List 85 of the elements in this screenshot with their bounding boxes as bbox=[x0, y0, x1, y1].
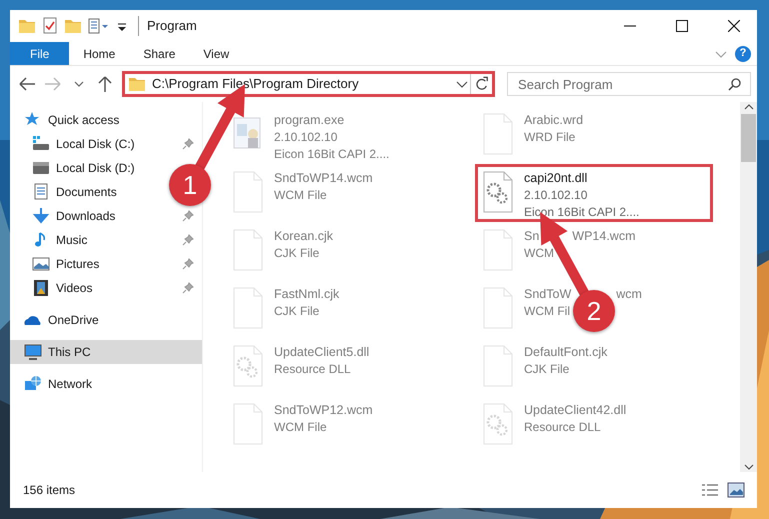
sidebar-item[interactable]: Pictures bbox=[10, 252, 202, 276]
search-icon bbox=[728, 77, 742, 91]
file-detail: Eicon 16Bit CAPI 2.... bbox=[524, 204, 640, 221]
file-name: UpdateClient42.dll bbox=[524, 402, 626, 419]
document-icon bbox=[32, 183, 50, 201]
pin-icon[interactable] bbox=[182, 258, 194, 270]
file-name: SndToW bbox=[524, 286, 572, 303]
sidebar-item[interactable]: This PC bbox=[10, 340, 202, 364]
file-detail: Resource DLL bbox=[274, 361, 351, 378]
file-name: Sn bbox=[524, 228, 540, 245]
file-name: DefaultFont.cjk bbox=[524, 344, 608, 361]
drive-icon bbox=[32, 135, 50, 153]
document-icon bbox=[232, 170, 264, 214]
folder-icon bbox=[128, 75, 148, 93]
checklist-icon[interactable] bbox=[42, 17, 58, 35]
file-item[interactable]: capi20nt.dll 2.10.102.10 Eicon 16Bit CAPI 2.... bbox=[475, 164, 713, 222]
document-icon bbox=[232, 402, 264, 446]
monitor-icon bbox=[24, 343, 42, 361]
details-view-icon[interactable] bbox=[701, 483, 719, 497]
pin-icon[interactable] bbox=[182, 210, 194, 222]
file-detail: CJK File bbox=[524, 361, 570, 378]
file-detail: 2.10.102.10 bbox=[274, 129, 338, 146]
file-name: WP14.wcm bbox=[572, 228, 636, 245]
help-button[interactable]: ? bbox=[735, 46, 751, 62]
sidebar-item[interactable]: Network bbox=[10, 372, 202, 396]
file-detail: CJK File bbox=[274, 303, 320, 320]
sidebar-item[interactable]: Local Disk (C:) bbox=[10, 132, 202, 156]
sidebar-item[interactable]: Local Disk (D:) bbox=[10, 156, 141, 180]
file-name: capi20nt.dll bbox=[524, 170, 588, 187]
file-detail: 2.10.102.10 bbox=[524, 187, 588, 204]
close-icon bbox=[728, 20, 740, 32]
document-icon bbox=[232, 286, 264, 330]
file-name: wcm bbox=[616, 286, 642, 303]
file-detail: WCM File bbox=[274, 187, 327, 204]
document-icon bbox=[482, 344, 514, 388]
large-icons-view-icon[interactable] bbox=[727, 482, 745, 498]
ribbon-tab[interactable]: File bbox=[10, 42, 70, 65]
sidebar-item[interactable]: Quick access bbox=[10, 108, 202, 132]
search-field[interactable]: Search Program bbox=[507, 72, 751, 96]
document-icon bbox=[482, 112, 514, 156]
file-detail: WCM File bbox=[274, 419, 327, 436]
file-detail: WCM bbox=[524, 245, 554, 262]
ribbon-tab[interactable]: View bbox=[189, 42, 244, 65]
file-name: FastNml.cjk bbox=[274, 286, 340, 303]
document-icon bbox=[482, 228, 514, 272]
window-title: Program bbox=[138, 16, 601, 36]
picture-icon bbox=[32, 255, 50, 273]
sidebar-item[interactable]: Music bbox=[10, 228, 202, 252]
file-name: SndToWP12.wcm bbox=[274, 402, 373, 419]
minimize-icon bbox=[624, 25, 636, 27]
pin-icon[interactable] bbox=[182, 234, 194, 246]
scroll-up-icon[interactable] bbox=[744, 102, 754, 112]
scroll-thumb[interactable] bbox=[741, 114, 756, 162]
gears-icon bbox=[482, 170, 514, 214]
sidebar-item[interactable]: Downloads bbox=[10, 204, 202, 228]
gears-icon bbox=[232, 344, 264, 388]
download-icon bbox=[32, 207, 50, 225]
address-field[interactable]: C:\Program Files\Program Directory bbox=[122, 71, 496, 97]
gears-icon bbox=[482, 402, 514, 446]
file-detail: Resource DLL bbox=[524, 419, 601, 436]
sidebar-item[interactable]: Documents bbox=[10, 180, 123, 204]
film-icon bbox=[32, 279, 50, 297]
sidebar-item[interactable]: Videos bbox=[10, 276, 202, 300]
scroll-down-icon[interactable] bbox=[744, 462, 754, 472]
globe-icon bbox=[24, 375, 42, 393]
drive-icon bbox=[32, 159, 50, 177]
file-detail: WRD File bbox=[524, 129, 576, 146]
ribbon-tab[interactable]: Home bbox=[69, 42, 130, 65]
pin-icon[interactable] bbox=[182, 282, 194, 294]
file-detail: Eicon 16Bit CAPI 2.... bbox=[274, 146, 390, 163]
file-name: program.exe bbox=[274, 112, 344, 129]
file-detail: CJK File bbox=[274, 245, 320, 262]
file-name: Korean.cjk bbox=[274, 228, 334, 245]
item-count: 156 items bbox=[23, 482, 76, 499]
sidebar-item[interactable]: OneDrive bbox=[10, 308, 202, 332]
properties-icon[interactable] bbox=[88, 17, 110, 35]
pin-icon[interactable] bbox=[182, 138, 194, 150]
file-detail: WCM Fil bbox=[524, 303, 570, 320]
file-name: SndToWP14.wcm bbox=[274, 170, 373, 187]
file-name: Arabic.wrd bbox=[524, 112, 584, 129]
file-name: UpdateClient5.dll bbox=[274, 344, 370, 361]
document-icon bbox=[482, 286, 514, 330]
document-icon bbox=[232, 228, 264, 272]
maximize-icon bbox=[676, 20, 688, 32]
ribbon-tab[interactable]: Share bbox=[129, 42, 190, 65]
